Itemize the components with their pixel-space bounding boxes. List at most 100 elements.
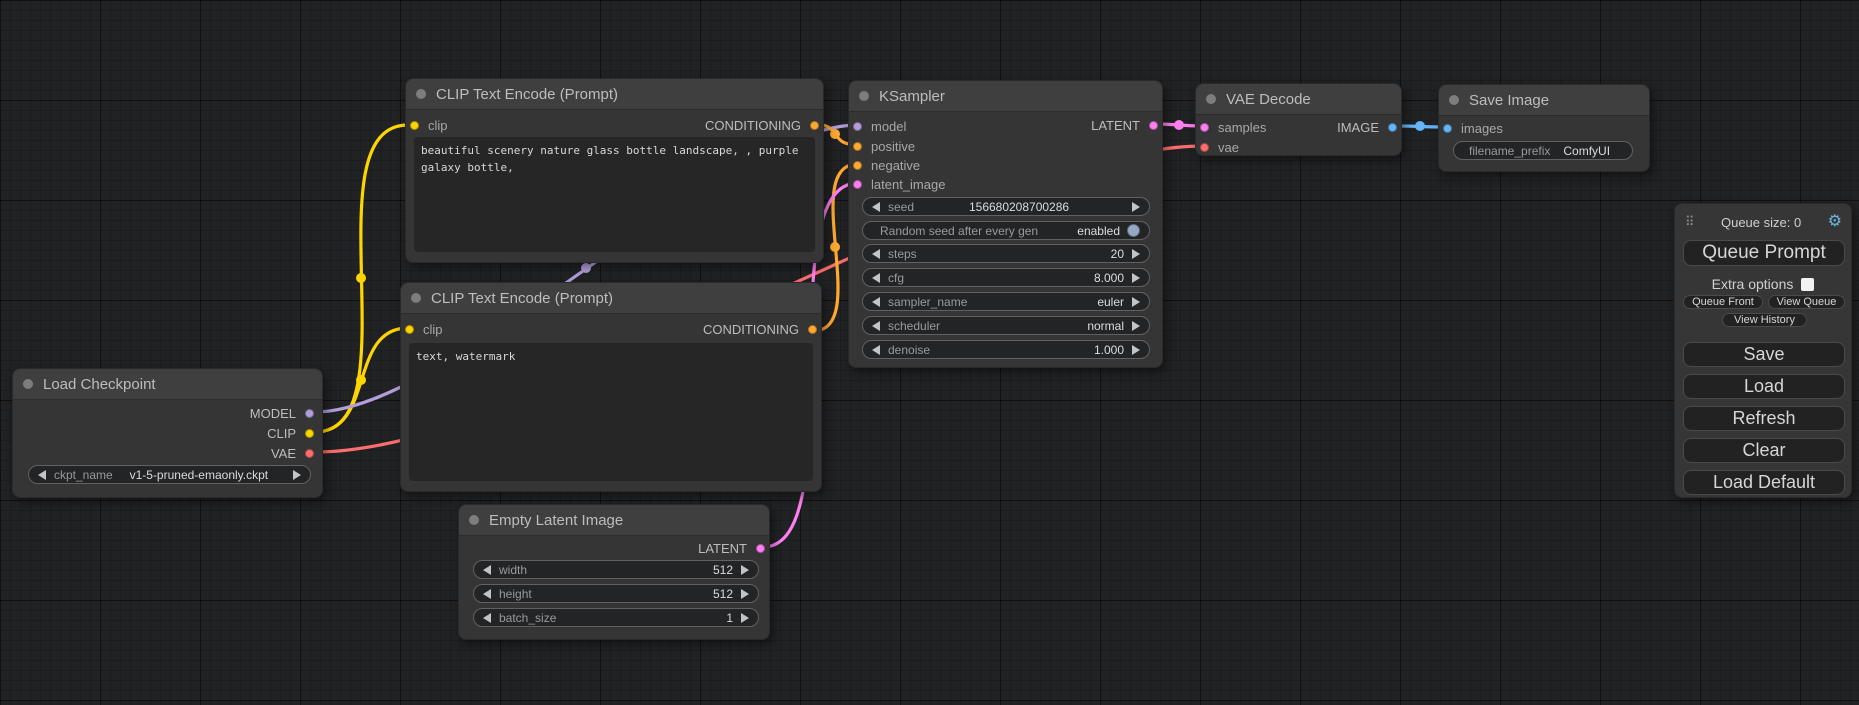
- increment-arrow-icon[interactable]: [741, 565, 749, 575]
- collapse-dot-icon[interactable]: [416, 89, 426, 99]
- widget-random-seed-toggle[interactable]: Random seed after every gen enabled: [862, 221, 1150, 240]
- latent-slot-icon[interactable]: [756, 544, 765, 553]
- collapse-dot-icon[interactable]: [411, 293, 421, 303]
- decrement-arrow-icon[interactable]: [872, 297, 880, 307]
- widget-sampler-name[interactable]: sampler_name euler: [862, 292, 1150, 311]
- node-save-image[interactable]: Save Image images filename_prefix ComfyU…: [1438, 84, 1650, 172]
- toggle-enabled-icon[interactable]: [1127, 224, 1140, 237]
- input-slot-clip[interactable]: clip: [405, 319, 443, 339]
- image-slot-icon[interactable]: [1443, 124, 1452, 133]
- increment-arrow-icon[interactable]: [293, 470, 301, 480]
- view-queue-button[interactable]: View Queue: [1768, 295, 1845, 309]
- conditioning-slot-icon[interactable]: [853, 161, 862, 170]
- load-button[interactable]: Load: [1683, 374, 1845, 399]
- clip-slot-icon[interactable]: [405, 325, 414, 334]
- node-header[interactable]: CLIP Text Encode (Prompt): [406, 79, 823, 110]
- increment-arrow-icon[interactable]: [1132, 345, 1140, 355]
- increment-arrow-icon[interactable]: [1132, 249, 1140, 259]
- increment-arrow-icon[interactable]: [1132, 297, 1140, 307]
- conditioning-slot-icon[interactable]: [808, 325, 817, 334]
- model-slot-icon[interactable]: [853, 122, 862, 131]
- output-slot-clip[interactable]: CLIP: [267, 423, 314, 443]
- input-slot-vae[interactable]: vae: [1200, 137, 1239, 157]
- widget-steps[interactable]: steps 20: [862, 244, 1150, 263]
- increment-arrow-icon[interactable]: [1132, 202, 1140, 212]
- clear-button[interactable]: Clear: [1683, 438, 1845, 463]
- model-slot-icon[interactable]: [305, 409, 314, 418]
- increment-arrow-icon[interactable]: [1132, 321, 1140, 331]
- decrement-arrow-icon[interactable]: [483, 589, 491, 599]
- extra-options-checkbox[interactable]: [1801, 278, 1814, 291]
- latent-slot-icon[interactable]: [853, 180, 862, 189]
- node-header[interactable]: Load Checkpoint: [13, 369, 322, 400]
- widget-width[interactable]: width 512: [473, 560, 759, 579]
- latent-slot-icon[interactable]: [1149, 121, 1158, 130]
- conditioning-slot-icon[interactable]: [853, 142, 862, 151]
- widget-scheduler[interactable]: scheduler normal: [862, 316, 1150, 335]
- decrement-arrow-icon[interactable]: [483, 613, 491, 623]
- drag-handle-icon[interactable]: ⠿: [1685, 214, 1695, 230]
- positive-prompt-textarea[interactable]: beautiful scenery nature glass bottle la…: [414, 137, 815, 252]
- collapse-dot-icon[interactable]: [1449, 95, 1459, 105]
- output-slot-conditioning[interactable]: CONDITIONING: [705, 115, 819, 135]
- output-slot-vae[interactable]: VAE: [271, 443, 314, 463]
- widget-height[interactable]: height 512: [473, 584, 759, 603]
- view-history-button[interactable]: View History: [1722, 313, 1807, 327]
- collapse-dot-icon[interactable]: [1206, 94, 1216, 104]
- decrement-arrow-icon[interactable]: [38, 470, 46, 480]
- widget-batch-size[interactable]: batch_size 1: [473, 608, 759, 627]
- input-slot-positive[interactable]: positive: [853, 136, 915, 156]
- queue-prompt-button[interactable]: Queue Prompt: [1683, 240, 1845, 266]
- output-slot-latent[interactable]: LATENT: [1091, 115, 1158, 135]
- image-slot-icon[interactable]: [1388, 123, 1397, 132]
- negative-prompt-textarea[interactable]: text, watermark: [409, 343, 813, 481]
- refresh-button[interactable]: Refresh: [1683, 406, 1845, 431]
- output-slot-latent[interactable]: LATENT: [698, 538, 765, 558]
- decrement-arrow-icon[interactable]: [872, 345, 880, 355]
- clip-slot-icon[interactable]: [410, 121, 419, 130]
- queue-front-button[interactable]: Queue Front: [1683, 295, 1763, 309]
- widget-seed[interactable]: seed 156680208700286: [862, 197, 1150, 216]
- increment-arrow-icon[interactable]: [741, 613, 749, 623]
- input-slot-samples[interactable]: samples: [1200, 117, 1266, 137]
- decrement-arrow-icon[interactable]: [872, 249, 880, 259]
- widget-cfg[interactable]: cfg 8.000: [862, 268, 1150, 287]
- node-vae-decode[interactable]: VAE Decode samples IMAGE vae: [1195, 83, 1402, 156]
- input-slot-clip[interactable]: clip: [410, 115, 448, 135]
- decrement-arrow-icon[interactable]: [872, 273, 880, 283]
- save-button[interactable]: Save: [1683, 342, 1845, 367]
- input-slot-images[interactable]: images: [1443, 118, 1503, 138]
- node-clip-text-encode-positive[interactable]: CLIP Text Encode (Prompt) clip CONDITION…: [405, 78, 824, 263]
- node-load-checkpoint[interactable]: Load Checkpoint MODEL CLIP VAE ckpt_name…: [12, 368, 323, 498]
- node-empty-latent-image[interactable]: Empty Latent Image LATENT width 512 heig…: [458, 504, 770, 640]
- collapse-dot-icon[interactable]: [859, 91, 869, 101]
- node-header[interactable]: CLIP Text Encode (Prompt): [401, 283, 821, 314]
- collapse-dot-icon[interactable]: [23, 379, 33, 389]
- node-header[interactable]: Save Image: [1439, 85, 1649, 116]
- node-clip-text-encode-negative[interactable]: CLIP Text Encode (Prompt) clip CONDITION…: [400, 282, 822, 492]
- widget-denoise[interactable]: denoise 1.000: [862, 340, 1150, 359]
- widget-ckpt-name[interactable]: ckpt_name v1-5-pruned-emaonly.ckpt: [28, 465, 311, 484]
- increment-arrow-icon[interactable]: [1132, 273, 1140, 283]
- collapse-dot-icon[interactable]: [469, 515, 479, 525]
- node-header[interactable]: KSampler: [849, 81, 1162, 112]
- decrement-arrow-icon[interactable]: [872, 202, 880, 212]
- vae-slot-icon[interactable]: [1200, 143, 1209, 152]
- conditioning-slot-icon[interactable]: [810, 121, 819, 130]
- increment-arrow-icon[interactable]: [741, 589, 749, 599]
- clip-slot-icon[interactable]: [305, 429, 314, 438]
- widget-filename-prefix[interactable]: filename_prefix ComfyUI: [1453, 141, 1633, 160]
- output-slot-image[interactable]: IMAGE: [1337, 117, 1397, 137]
- load-default-button[interactable]: Load Default: [1683, 470, 1845, 495]
- latent-slot-icon[interactable]: [1200, 123, 1209, 132]
- output-slot-model[interactable]: MODEL: [250, 403, 314, 423]
- node-header[interactable]: Empty Latent Image: [459, 505, 769, 536]
- output-slot-conditioning[interactable]: CONDITIONING: [703, 319, 817, 339]
- input-slot-latent-image[interactable]: latent_image: [853, 174, 945, 194]
- settings-gear-icon[interactable]: ⚙: [1828, 214, 1842, 230]
- comfyui-canvas[interactable]: { "canvas": {"background": "#212224"}, "…: [0, 0, 1859, 705]
- input-slot-model[interactable]: model: [853, 116, 906, 136]
- decrement-arrow-icon[interactable]: [483, 565, 491, 575]
- node-ksampler[interactable]: KSampler model LATENT positive negative …: [848, 80, 1163, 368]
- node-header[interactable]: VAE Decode: [1196, 84, 1401, 115]
